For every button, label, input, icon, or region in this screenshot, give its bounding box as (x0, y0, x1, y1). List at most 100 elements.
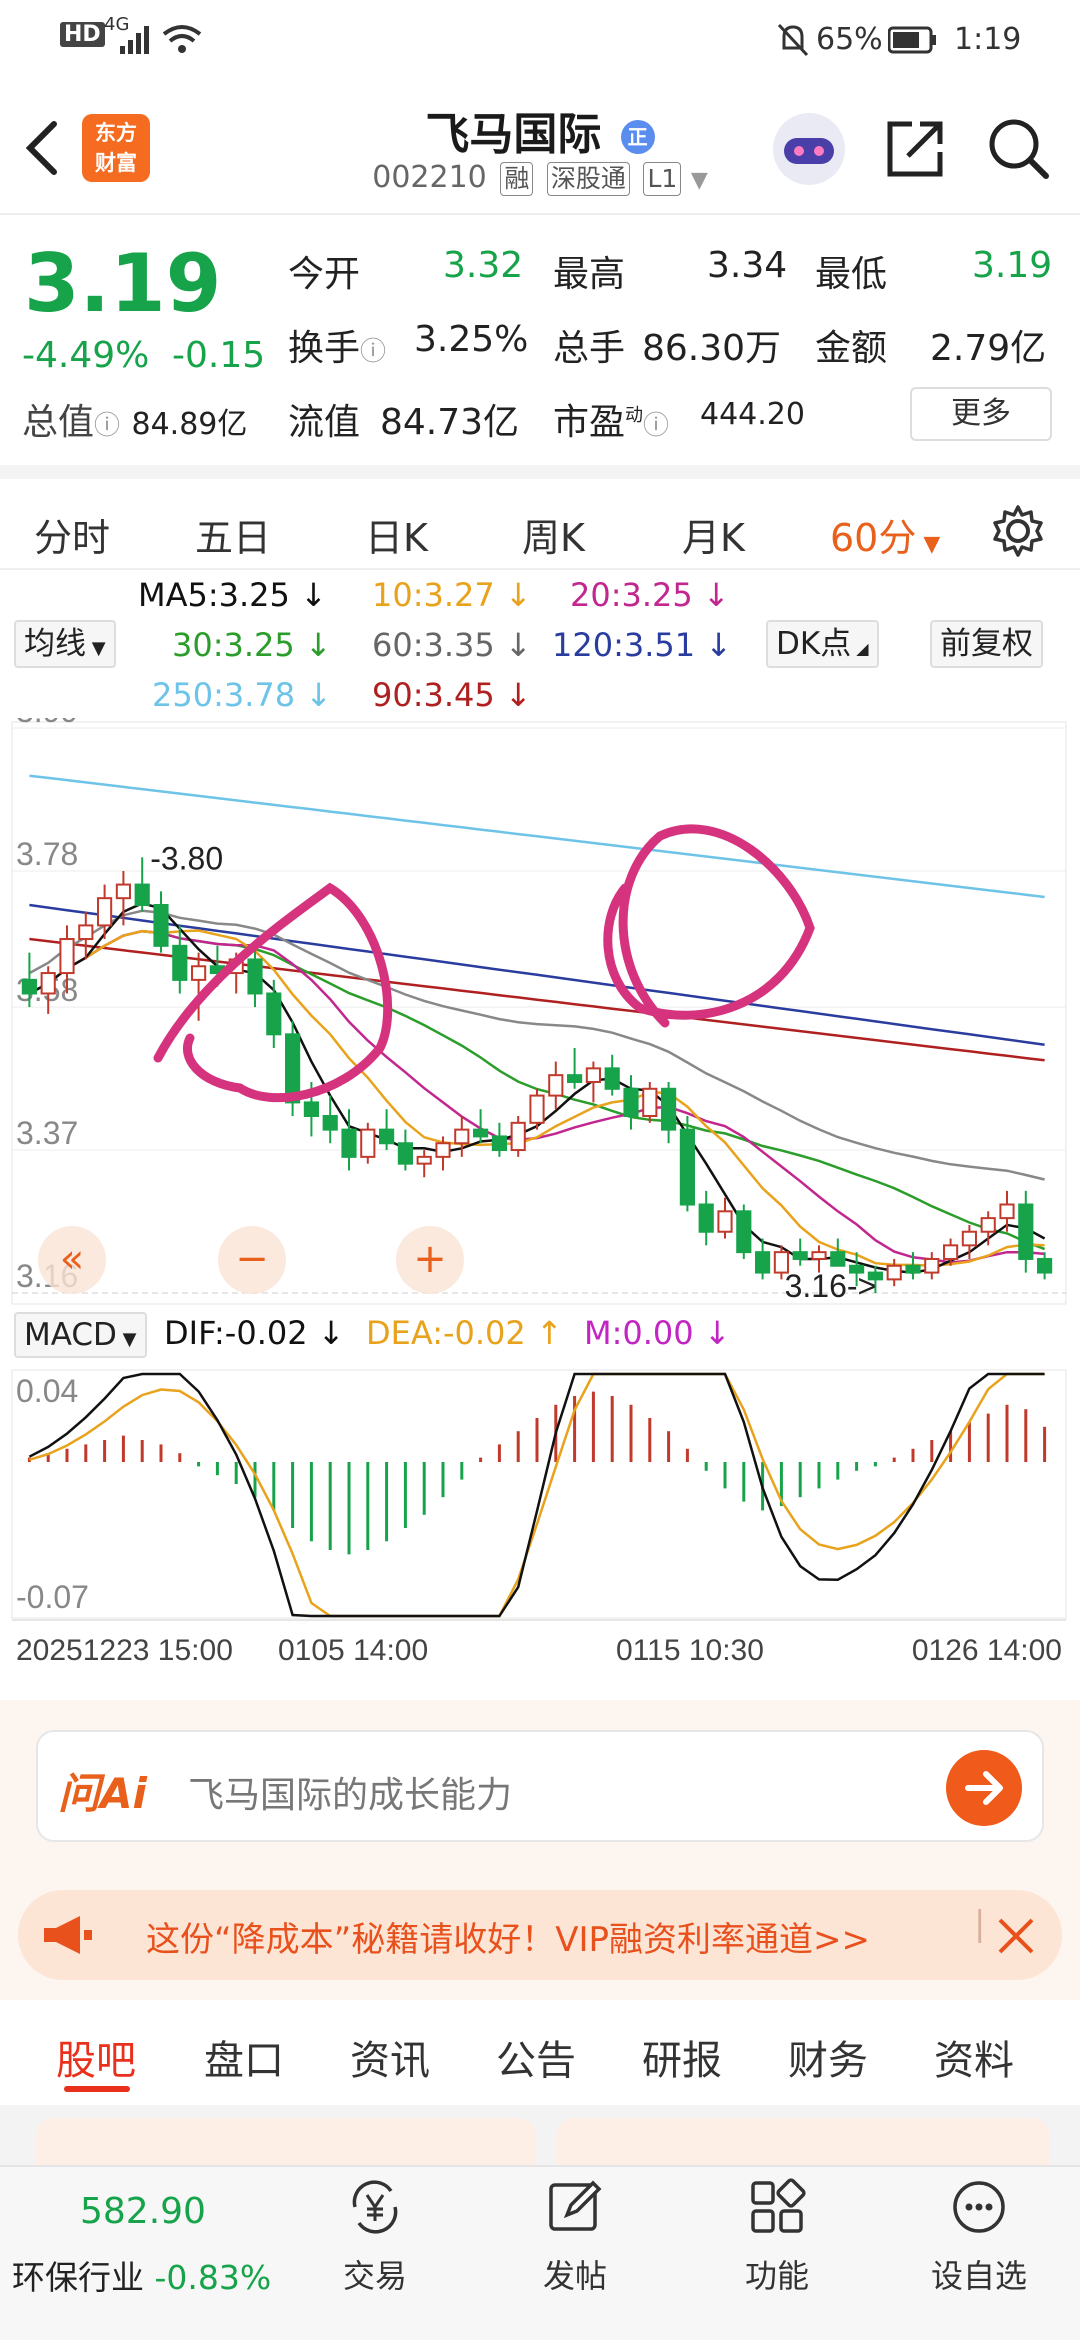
amount-value: 2.79亿 (930, 328, 1047, 369)
tab-guba[interactable]: 股吧 (56, 2028, 136, 2086)
ma90-label: 90:3.45 ↓ (372, 676, 532, 714)
nav-trade-label: 交易 (342, 2257, 407, 2295)
candle-body (905, 1264, 921, 1274)
adjust-button[interactable]: 前复权 (930, 620, 1043, 668)
period-tabs: 分时 五日 日K 周K 月K 60分 ▼ (0, 465, 1080, 570)
promo-banner[interactable]: 这份“降成本”秘籍请收好！VIP融资利率通道>> | (18, 1890, 1062, 1980)
tab-five-day[interactable]: 五日 (195, 507, 271, 562)
clock: 1:19 (954, 22, 1022, 57)
info-icon[interactable]: ⓘ (94, 411, 120, 441)
tab-profile[interactable]: 资料 (934, 2028, 1014, 2086)
nav-trade[interactable]: 交易 (310, 2177, 440, 2297)
total-value-row: 总值ⓘ 84.89亿 (22, 393, 247, 445)
tab-60min[interactable]: 60分 ▼ (830, 507, 940, 562)
more-button[interactable]: 更多 (910, 387, 1052, 441)
sector-change: -0.83% (154, 2258, 272, 2297)
low-annotation: 3.16-> (785, 1268, 877, 1304)
y-tick-label: 3.78 (16, 836, 78, 872)
arrow-right-icon (965, 1771, 1003, 1805)
candle-body (191, 965, 207, 981)
candle-body (698, 1203, 714, 1233)
ask-ai-brand: 问Ai (58, 1769, 147, 1818)
candle-body (811, 1251, 827, 1260)
bottom-nav: 582.90 环保行业 -0.83% 交易 发帖 功能 设自选 (0, 2165, 1080, 2340)
y-tick-label: 3.99 (16, 718, 78, 729)
candle-body (661, 1087, 677, 1131)
tab-news[interactable]: 资讯 (350, 2028, 430, 2086)
tab-pankou[interactable]: 盘口 (204, 2028, 284, 2086)
ask-ai-input[interactable]: 问Ai 飞马国际的成长能力 (36, 1730, 1044, 1842)
share-icon[interactable] (882, 116, 948, 182)
candle-body (435, 1142, 451, 1158)
nav-add-watchlist[interactable]: 设自选 (914, 2177, 1044, 2297)
nav-add-watchlist-label: 设自选 (930, 2257, 1027, 2295)
total-value-label: 总值 (22, 402, 95, 443)
yen-cycle-icon (352, 2180, 398, 2234)
candle-body (717, 1210, 733, 1233)
info-icon[interactable]: ⓘ (360, 337, 386, 367)
info-icon[interactable]: ⓘ (643, 411, 669, 441)
macd-chart[interactable]: 0.04 -0.07 20251223 15:00 0105 14:00 0115 10… (0, 1366, 1080, 1666)
candle-body (59, 938, 75, 975)
dk-point-button[interactable]: DK点 ◢ (766, 620, 879, 668)
candle-body (379, 1128, 395, 1145)
tab-weekly-k[interactable]: 周K (522, 507, 585, 562)
candle-body (454, 1128, 470, 1145)
low-label: 最低 (815, 254, 888, 295)
zoom-in-button-label: + (413, 1236, 447, 1282)
edit-icon (549, 2180, 602, 2231)
robot-avatar-icon[interactable] (770, 110, 848, 188)
tab-monthly-k[interactable]: 月K (682, 507, 745, 562)
tab-daily-k[interactable]: 日K (365, 507, 428, 562)
kline-chart[interactable]: 3.993.783.583.373.16-3.803.16->«−+ (0, 718, 1080, 1308)
nav-functions[interactable]: 功能 (712, 2177, 842, 2297)
tab-intraday[interactable]: 分时 (34, 507, 110, 562)
candle-body (21, 978, 37, 995)
sector-index-value[interactable]: 582.90 (80, 2191, 206, 2232)
candle-body (961, 1230, 977, 1247)
signal-icon (120, 26, 149, 54)
candle-body (341, 1128, 357, 1158)
pe-value: 444.20 (700, 397, 805, 432)
candle-body (134, 883, 150, 906)
close-icon[interactable] (994, 1914, 1038, 1958)
candle-body (1037, 1257, 1053, 1274)
promo-text: 这份“降成本”秘籍请收好！VIP融资利率通道>> (146, 1920, 870, 1960)
dropdown-arrow-icon: ▼ (690, 168, 708, 193)
candle-body (473, 1128, 489, 1138)
candle-body (604, 1067, 620, 1090)
ma30-label: 30:3.25 ↓ (172, 626, 332, 664)
chart-frame (11, 721, 1067, 1305)
x-tick-label: 20251223 15:00 (16, 1634, 233, 1666)
battery-icon (888, 26, 936, 54)
candle-body (153, 903, 169, 947)
dea-label: DEA:-0.02 ↑ (366, 1314, 563, 1352)
ask-ai-placeholder: 飞马国际的成长能力 (188, 1775, 513, 1816)
ma-select[interactable]: 均线 ▼ (14, 620, 116, 668)
ma5-label: MA5:3.25 ↓ (138, 576, 327, 614)
ask-ai-section: 问Ai 飞马国际的成长能力 这份“降成本”秘籍请收好！VIP融资利率通道>> | (0, 1700, 1080, 2000)
ask-ai-send-button[interactable] (946, 1750, 1022, 1826)
zoom-out-button-label: − (235, 1236, 269, 1282)
tab-finance[interactable]: 财务 (788, 2028, 868, 2086)
y-tick-label: 3.37 (16, 1115, 78, 1151)
mute-bell-icon (777, 23, 809, 57)
open-label: 今开 (288, 254, 361, 295)
stock-code: 002210 (372, 160, 487, 195)
settings-gear-icon[interactable] (990, 503, 1046, 559)
high-label: 最高 (553, 254, 626, 295)
macd-y-tick: 0.04 (16, 1373, 78, 1409)
search-icon[interactable] (986, 116, 1052, 182)
macd-select[interactable]: MACD ▼ (14, 1312, 147, 1358)
sector-row[interactable]: 环保行业 -0.83% (12, 2251, 271, 2299)
candle-body (510, 1121, 526, 1152)
nav-post[interactable]: 发帖 (510, 2177, 640, 2297)
ma60-label: 60:3.35 ↓ (372, 626, 532, 664)
dif-label: DIF:-0.02 ↓ (164, 1314, 345, 1352)
x-tick-label: 0115 10:30 (616, 1634, 764, 1666)
pan-left-button-label: « (60, 1236, 84, 1282)
candle-body (642, 1087, 658, 1118)
change-percent: -4.49% (22, 335, 150, 376)
tab-announcements[interactable]: 公告 (496, 2028, 576, 2086)
tab-research[interactable]: 研报 (642, 2028, 722, 2086)
